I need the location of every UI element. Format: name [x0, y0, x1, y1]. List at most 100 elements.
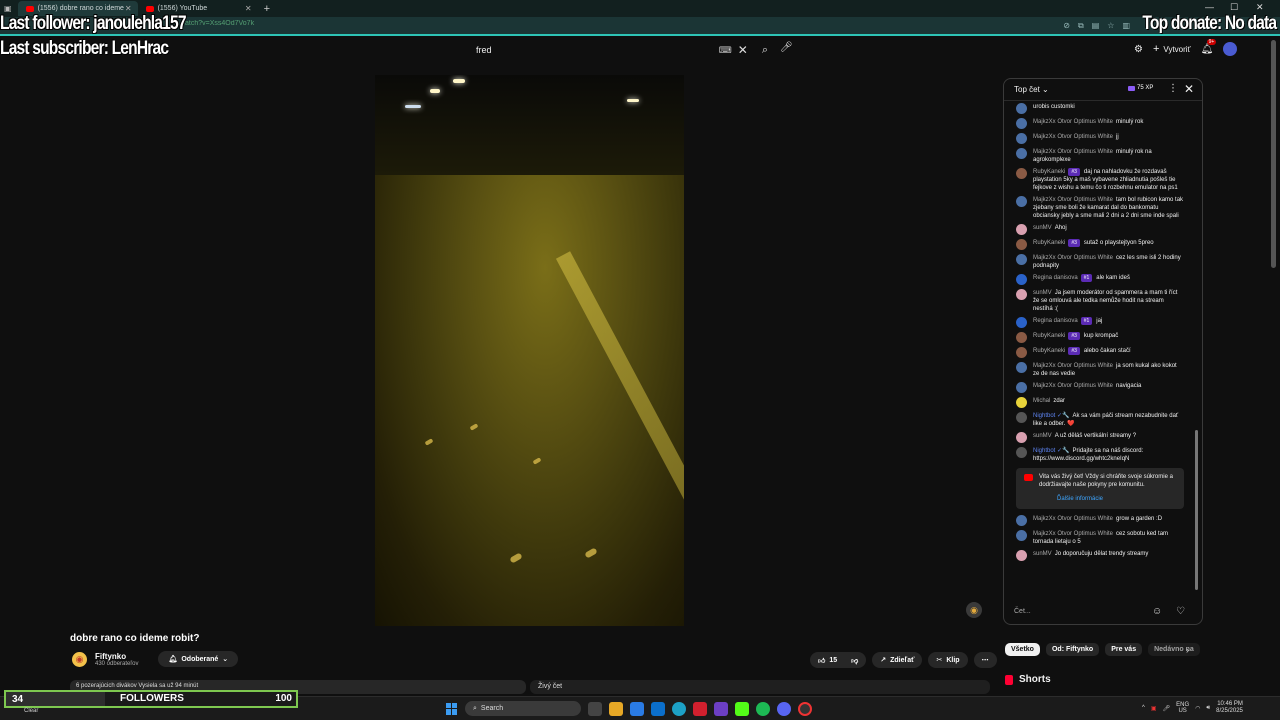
chip-all[interactable]: Všetko: [1005, 643, 1040, 656]
chat-author-avatar[interactable]: [1016, 148, 1027, 159]
address-text[interactable]: atch?v=Xss4Od7Vo7k: [185, 20, 254, 27]
chevron-up-icon[interactable]: ^: [1142, 705, 1145, 711]
chat-author-avatar[interactable]: [1016, 515, 1027, 526]
chat-author-name[interactable]: sunMV: [1033, 225, 1052, 231]
chat-author-avatar[interactable]: [1016, 254, 1027, 265]
chat-message[interactable]: Regina danisova #1 jaj: [1004, 315, 1194, 330]
share-button[interactable]: ↗ Zdieľať: [872, 652, 923, 668]
chat-author-name[interactable]: MajkzXx Otvor Optimus White: [1033, 383, 1113, 389]
chat-author-name[interactable]: RubyKaneki: [1033, 169, 1065, 175]
chat-message[interactable]: MajkzXx Otvor Optimus White ja som kukal …: [1004, 360, 1194, 380]
chat-menu-icon[interactable]: ⋮: [1168, 83, 1178, 94]
close-chat-icon[interactable]: ✕: [1184, 82, 1194, 96]
chat-author-avatar[interactable]: [1016, 133, 1027, 144]
chat-author-name[interactable]: Michal: [1033, 398, 1050, 404]
chat-message[interactable]: RubyKaneki #3 kup krompač: [1004, 330, 1194, 345]
chat-message[interactable]: Regina danisova #1 ale kam ideš: [1004, 272, 1194, 287]
mic-tray-icon[interactable]: 🎤︎: [1163, 705, 1171, 712]
chat-message[interactable]: RubyKaneki #3 daj na nahladovku že rozdava…: [1004, 166, 1194, 194]
chat-input[interactable]: Čet... ☺ ♡: [1014, 603, 1194, 619]
chat-message[interactable]: MajkzXx Otvor Optimus White grow a garden…: [1004, 513, 1194, 528]
chat-author-avatar[interactable]: [1016, 317, 1027, 328]
chat-messages[interactable]: urobis customki MajkzXx Otvor Optimus Whi…: [1004, 101, 1194, 596]
outlook-icon[interactable]: [651, 701, 665, 716]
microphone-icon[interactable]: 🎤︎: [780, 42, 794, 58]
wifi-icon[interactable]: ◠: [1195, 705, 1200, 712]
thumbs-down-icon[interactable]: 👎︎: [851, 656, 858, 665]
chat-author-name[interactable]: RubyKaneki: [1033, 348, 1065, 354]
chat-author-name[interactable]: MajkzXx Otvor Optimus White: [1033, 516, 1113, 522]
split-icon[interactable]: ▥: [1122, 21, 1130, 31]
chat-author-avatar[interactable]: [1016, 196, 1027, 207]
chat-author-name[interactable]: MajkzXx Otvor Optimus White: [1033, 255, 1113, 261]
chat-message[interactable]: MajkzXx Otvor Optimus White navigacia: [1004, 380, 1194, 395]
maximize-button[interactable]: ☐: [1230, 2, 1238, 13]
volume-icon[interactable]: 🔊︎: [1206, 705, 1210, 712]
chat-author-avatar[interactable]: [1016, 362, 1027, 373]
chat-message[interactable]: MajkzXx Otvor Optimus White cez sobotu ke…: [1004, 528, 1194, 548]
task-view-icon[interactable]: [588, 701, 602, 716]
chat-author-avatar[interactable]: [1016, 168, 1027, 179]
close-tab-icon[interactable]: ✕: [245, 4, 252, 13]
chat-message[interactable]: MajkzXx Otvor Optimus White minulý rok na…: [1004, 146, 1194, 166]
chip-for-you[interactable]: Pre vás: [1105, 643, 1143, 656]
chat-author-avatar[interactable]: [1016, 274, 1027, 285]
minimize-button[interactable]: —: [1205, 2, 1214, 12]
page-scrollbar[interactable]: [1271, 40, 1276, 268]
chevron-right-icon[interactable]: ›: [1186, 645, 1189, 655]
chat-author-avatar[interactable]: [1016, 103, 1027, 114]
chat-author-avatar[interactable]: [1016, 347, 1027, 358]
heart-icon[interactable]: ♡: [1176, 606, 1185, 617]
twitch-icon[interactable]: [714, 701, 728, 716]
more-actions-button[interactable]: ⋯: [973, 652, 997, 668]
channel-watermark-icon[interactable]: ◉: [966, 602, 982, 618]
new-tab-button[interactable]: +: [264, 3, 270, 15]
chat-author-avatar[interactable]: [1016, 382, 1027, 393]
chat-message[interactable]: MajkzXx Otvor Optimus White minulý rok: [1004, 116, 1194, 131]
chat-author-avatar[interactable]: [1016, 432, 1027, 443]
chat-author-avatar[interactable]: [1016, 118, 1027, 129]
taskbar-search[interactable]: ⌕ Search: [465, 701, 581, 716]
chat-author-name[interactable]: MajkzXx Otvor Optimus White: [1033, 119, 1113, 125]
chat-author-name[interactable]: sunMV: [1033, 290, 1052, 296]
channel-name[interactable]: Fiftynko: [95, 652, 138, 661]
star-icon[interactable]: ☆: [1107, 21, 1114, 31]
chat-author-name[interactable]: sunMV: [1033, 551, 1052, 557]
chat-author-name[interactable]: Regina danisova: [1033, 275, 1078, 281]
clip-button[interactable]: ✂ Klip: [928, 652, 968, 668]
chat-author-name[interactable]: MajkzXx Otvor Optimus White: [1033, 363, 1113, 369]
thumbs-up-icon[interactable]: 👍︎: [818, 656, 825, 665]
chat-author-name[interactable]: MajkzXx Otvor Optimus White: [1033, 134, 1113, 140]
chat-message[interactable]: sunMV Ja jsem moderátor od spammera a mam…: [1004, 287, 1194, 315]
chat-scrollbar-thumb[interactable]: [1195, 430, 1198, 590]
close-tab-icon[interactable]: ✕: [125, 4, 132, 13]
chat-message[interactable]: sunMV A už děláš vertikální streamy ?: [1004, 430, 1194, 445]
language-indicator[interactable]: ENG US: [1176, 702, 1189, 714]
chat-author-name[interactable]: RubyKaneki: [1033, 333, 1065, 339]
chat-author-avatar[interactable]: [1016, 224, 1027, 235]
discord-icon[interactable]: [777, 701, 791, 716]
chat-message[interactable]: Nightbot ✓🔧 Ak sa vám páči stream nezabud…: [1004, 410, 1194, 430]
chat-message[interactable]: MajkzXx Otvor Optimus White jj: [1004, 131, 1194, 146]
media-icon[interactable]: [693, 701, 707, 716]
chat-author-avatar[interactable]: [1016, 289, 1027, 300]
search-box[interactable]: fred ⌨ ✕ ⌕: [468, 40, 768, 60]
chat-author-name[interactable]: Regina danisova: [1033, 318, 1078, 324]
chat-author-name[interactable]: MajkzXx Otvor Optimus White: [1033, 197, 1113, 203]
chat-author-avatar[interactable]: [1016, 530, 1027, 541]
learn-more-link[interactable]: Ďalšie informácie: [1057, 495, 1176, 503]
extension-icon[interactable]: ⧉: [1078, 21, 1084, 31]
keyboard-icon[interactable]: ⌨: [719, 45, 732, 56]
chat-message[interactable]: urobis customki: [1004, 101, 1194, 116]
chat-message[interactable]: MajkzXx Otvor Optimus White tam bol rubic…: [1004, 194, 1194, 222]
chat-author-avatar[interactable]: [1016, 239, 1027, 250]
chat-message[interactable]: Michal zdar: [1004, 395, 1194, 410]
chat-author-avatar[interactable]: [1016, 332, 1027, 343]
address-bar[interactable]: atch?v=Xss4Od7Vo7k ⊘ ⧉ ▤ ☆ ▥: [0, 17, 1280, 36]
kick-icon[interactable]: [735, 701, 749, 716]
chat-author-avatar[interactable]: [1016, 397, 1027, 408]
clock[interactable]: 10:46 PM 8/25/2025: [1216, 701, 1243, 715]
obs-icon[interactable]: [798, 701, 812, 716]
chat-author-avatar[interactable]: [1016, 412, 1027, 423]
emoji-icon[interactable]: ☺: [1152, 606, 1162, 617]
